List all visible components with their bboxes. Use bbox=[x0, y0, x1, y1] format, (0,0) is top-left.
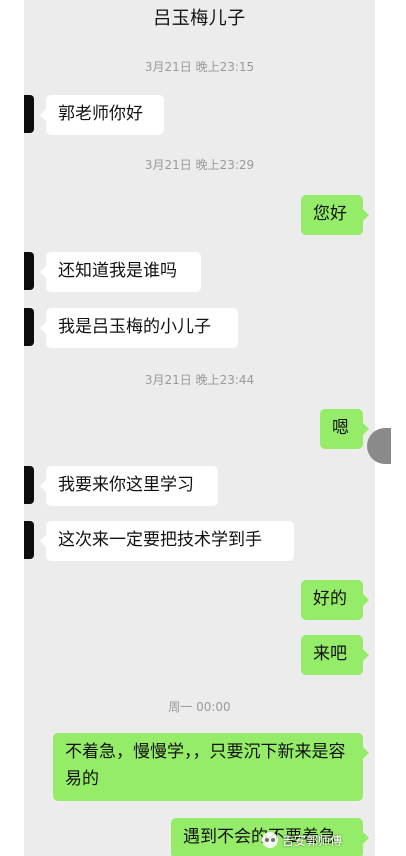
wechat-icon bbox=[262, 832, 278, 848]
message-bubble[interactable]: 来吧 bbox=[301, 635, 369, 675]
message-bubble[interactable]: 您好 bbox=[301, 195, 369, 235]
chat-screen: 吕玉梅儿子 3月21日 晚上23:15 郭老师你好 3月21日 晚上23:29 … bbox=[24, 0, 375, 856]
message-bubble[interactable]: 这次来一定要把技术学到手 bbox=[40, 521, 294, 561]
message-bubble[interactable]: 嗯 bbox=[320, 409, 369, 449]
avatar[interactable] bbox=[24, 95, 34, 133]
message-bubble[interactable]: 郭老师你好 bbox=[40, 95, 164, 135]
watermark: 吉安郭师傅 bbox=[262, 830, 342, 850]
chat-title: 吕玉梅儿子 bbox=[153, 8, 246, 29]
message-bubble[interactable]: 不着急，慢慢学，，只要沉下新来是容易的 bbox=[53, 733, 369, 801]
avatar[interactable] bbox=[24, 521, 34, 559]
message-bubble[interactable]: 还知道我是谁吗 bbox=[40, 252, 201, 292]
message-bubble[interactable]: 我是吕玉梅的小儿子 bbox=[40, 308, 238, 348]
avatar[interactable] bbox=[24, 252, 34, 290]
avatar[interactable] bbox=[24, 308, 34, 346]
watermark-label: 吉安郭师傅 bbox=[282, 833, 343, 848]
message-bubble[interactable]: 我要来你这里学习 bbox=[40, 466, 218, 506]
timestamp: 3月21日 晚上23:44 bbox=[144, 373, 255, 387]
avatar[interactable] bbox=[24, 466, 34, 504]
message-bubble[interactable]: 好的 bbox=[301, 580, 369, 620]
timestamp: 3月21日 晚上23:29 bbox=[144, 158, 255, 172]
timestamp: 3月21日 晚上23:15 bbox=[144, 60, 255, 74]
timestamp: 周一 00:00 bbox=[168, 700, 231, 714]
